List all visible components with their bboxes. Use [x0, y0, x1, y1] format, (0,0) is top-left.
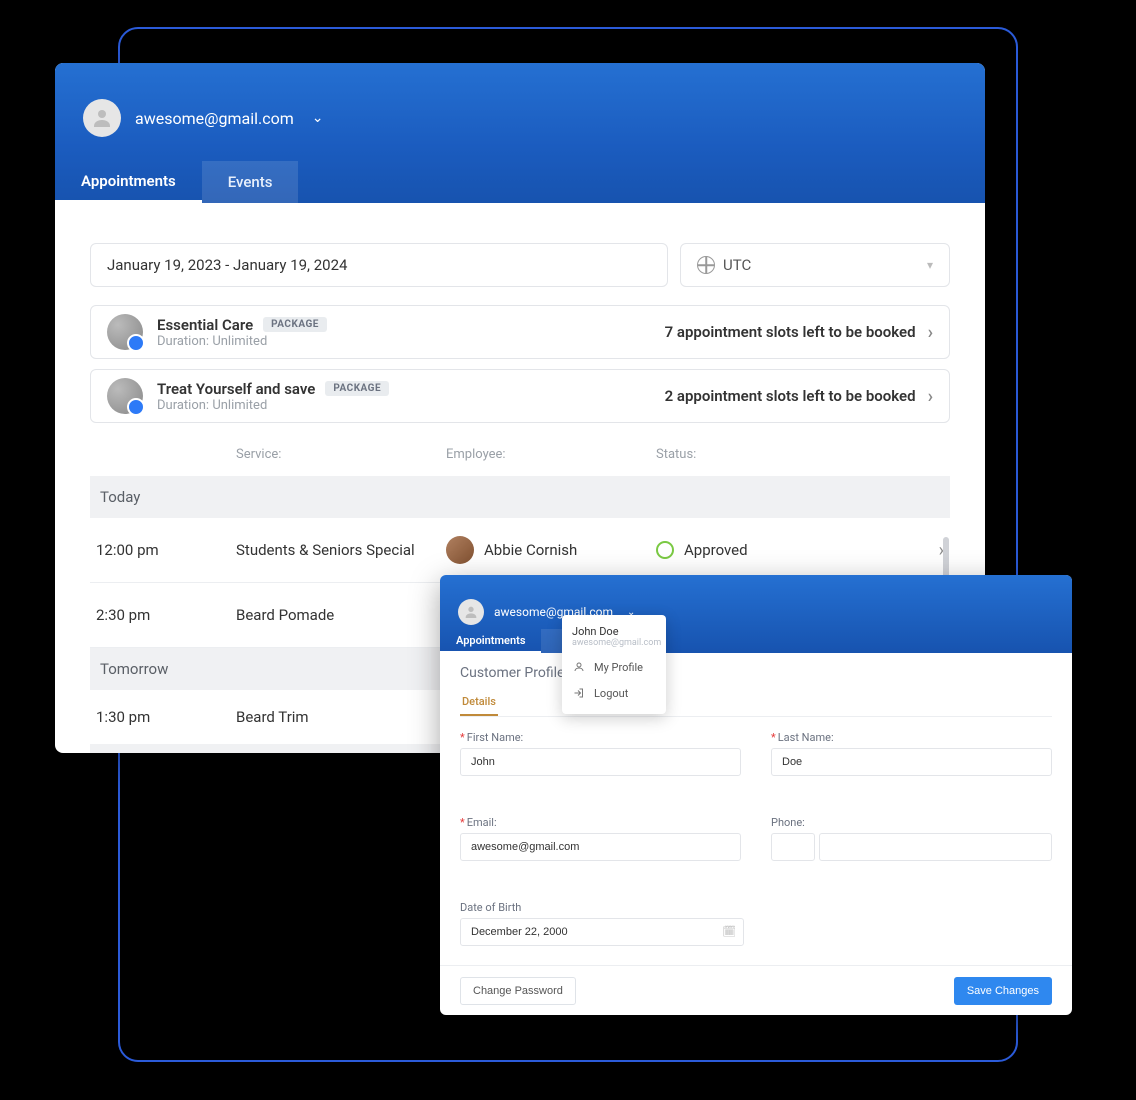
duration-value: Unlimited — [212, 398, 267, 413]
chevron-down-icon: ⌄ — [312, 110, 324, 126]
col-service: Service: — [236, 447, 446, 462]
col-employee: Employee: — [446, 447, 656, 462]
row-employee: Abbie Cornish — [484, 541, 577, 559]
logout-icon — [572, 686, 586, 700]
slots-remaining: 7 appointment slots left to be booked — [665, 323, 916, 341]
row-service: Beard Pomade — [236, 606, 446, 624]
section-today: Today — [90, 476, 950, 518]
row-time: 12:00 pm — [96, 541, 236, 559]
package-card[interactable]: Essential Care PACKAGE Duration: Unlimit… — [90, 305, 950, 359]
user-icon — [572, 660, 586, 674]
user-menu[interactable]: awesome@gmail.com ⌄ — [55, 63, 985, 137]
email-label: *Email: — [460, 816, 741, 829]
package-badge: PACKAGE — [325, 381, 389, 396]
duration-label: Duration: — [157, 398, 209, 413]
tab-appointments[interactable]: Appointments — [440, 629, 541, 653]
avatar-icon — [458, 599, 484, 625]
user-email: awesome@gmail.com — [135, 109, 294, 128]
phone-label: Phone: — [771, 816, 1052, 829]
chevron-down-icon: ▾ — [927, 258, 933, 272]
package-title: Treat Yourself and save — [157, 380, 315, 398]
profile-form: *First Name: *Last Name: *Email: Phone: … — [460, 731, 1052, 956]
globe-icon — [697, 256, 715, 274]
table-row[interactable]: 12:00 pm Students & Seniors Special Abbi… — [90, 518, 950, 583]
employee-avatar-icon — [446, 536, 474, 564]
col-status: Status: — [656, 447, 944, 462]
row-service: Beard Trim — [236, 708, 446, 726]
panel2-footer: Change Password Save Changes — [440, 965, 1072, 1015]
timezone-select[interactable]: UTC ▾ — [680, 243, 950, 287]
user-menu[interactable]: awesome@gmail.com ⌄ — [440, 575, 1072, 625]
status-ring-icon — [656, 541, 674, 559]
date-range-picker[interactable]: January 19, 2023 - January 19, 2024 — [90, 243, 668, 287]
panel2-header: awesome@gmail.com ⌄ Appointments — [440, 575, 1072, 653]
tab-appointments[interactable]: Appointments — [55, 161, 202, 203]
row-service: Students & Seniors Special — [236, 541, 446, 559]
duration-value: Unlimited — [212, 334, 267, 349]
row-time: 2:30 pm — [96, 606, 236, 624]
first-name-field[interactable] — [460, 748, 741, 776]
profile-subtabs: Details — [460, 689, 1052, 717]
timezone-value: UTC — [723, 256, 751, 274]
page-title: Customer Profile — [460, 665, 1052, 681]
dropdown-email: awesome@gmail.com — [572, 638, 656, 648]
duration-label: Duration: — [157, 334, 209, 349]
phone-country-code[interactable] — [771, 833, 815, 861]
chevron-right-icon: › — [928, 322, 933, 343]
package-title: Essential Care — [157, 316, 253, 334]
save-changes-button[interactable]: Save Changes — [954, 977, 1052, 1005]
slots-remaining: 2 appointment slots left to be booked — [665, 387, 916, 405]
row-time: 1:30 pm — [96, 708, 236, 726]
package-badge: PACKAGE — [263, 317, 327, 332]
tab-events[interactable]: Events — [202, 161, 299, 203]
row-status: Approved — [684, 541, 748, 559]
user-dropdown: John Doe awesome@gmail.com My Profile Lo… — [562, 615, 666, 714]
package-avatar-icon — [107, 314, 143, 350]
change-password-button[interactable]: Change Password — [460, 977, 576, 1005]
profile-panel: awesome@gmail.com ⌄ Appointments Custome… — [440, 575, 1072, 1015]
panel1-tabs: Appointments Events — [55, 161, 298, 203]
first-name-label: *First Name: — [460, 731, 741, 744]
subtab-details[interactable]: Details — [460, 689, 498, 716]
email-field[interactable] — [460, 833, 741, 861]
avatar-icon — [83, 99, 121, 137]
package-card[interactable]: Treat Yourself and save PACKAGE Duration… — [90, 369, 950, 423]
panel1-header: awesome@gmail.com ⌄ Appointments Events — [55, 63, 985, 203]
dropdown-logout[interactable]: Logout — [562, 680, 666, 706]
dropdown-username: John Doe — [572, 625, 656, 638]
filter-row: January 19, 2023 - January 19, 2024 UTC … — [90, 243, 950, 287]
panel2-body: Customer Profile Details *First Name: *L… — [440, 653, 1072, 956]
dropdown-my-profile[interactable]: My Profile — [562, 654, 666, 680]
package-avatar-icon — [107, 378, 143, 414]
date-range-value: January 19, 2023 - January 19, 2024 — [107, 256, 347, 274]
last-name-field[interactable] — [771, 748, 1052, 776]
dob-field[interactable] — [460, 918, 744, 946]
phone-field[interactable] — [819, 833, 1052, 861]
chevron-right-icon: › — [928, 386, 933, 407]
table-headers: Service: Employee: Status: — [90, 433, 950, 476]
last-name-label: *Last Name: — [771, 731, 1052, 744]
calendar-icon: 🗓 — [722, 925, 736, 938]
dob-label: Date of Birth — [460, 901, 744, 914]
